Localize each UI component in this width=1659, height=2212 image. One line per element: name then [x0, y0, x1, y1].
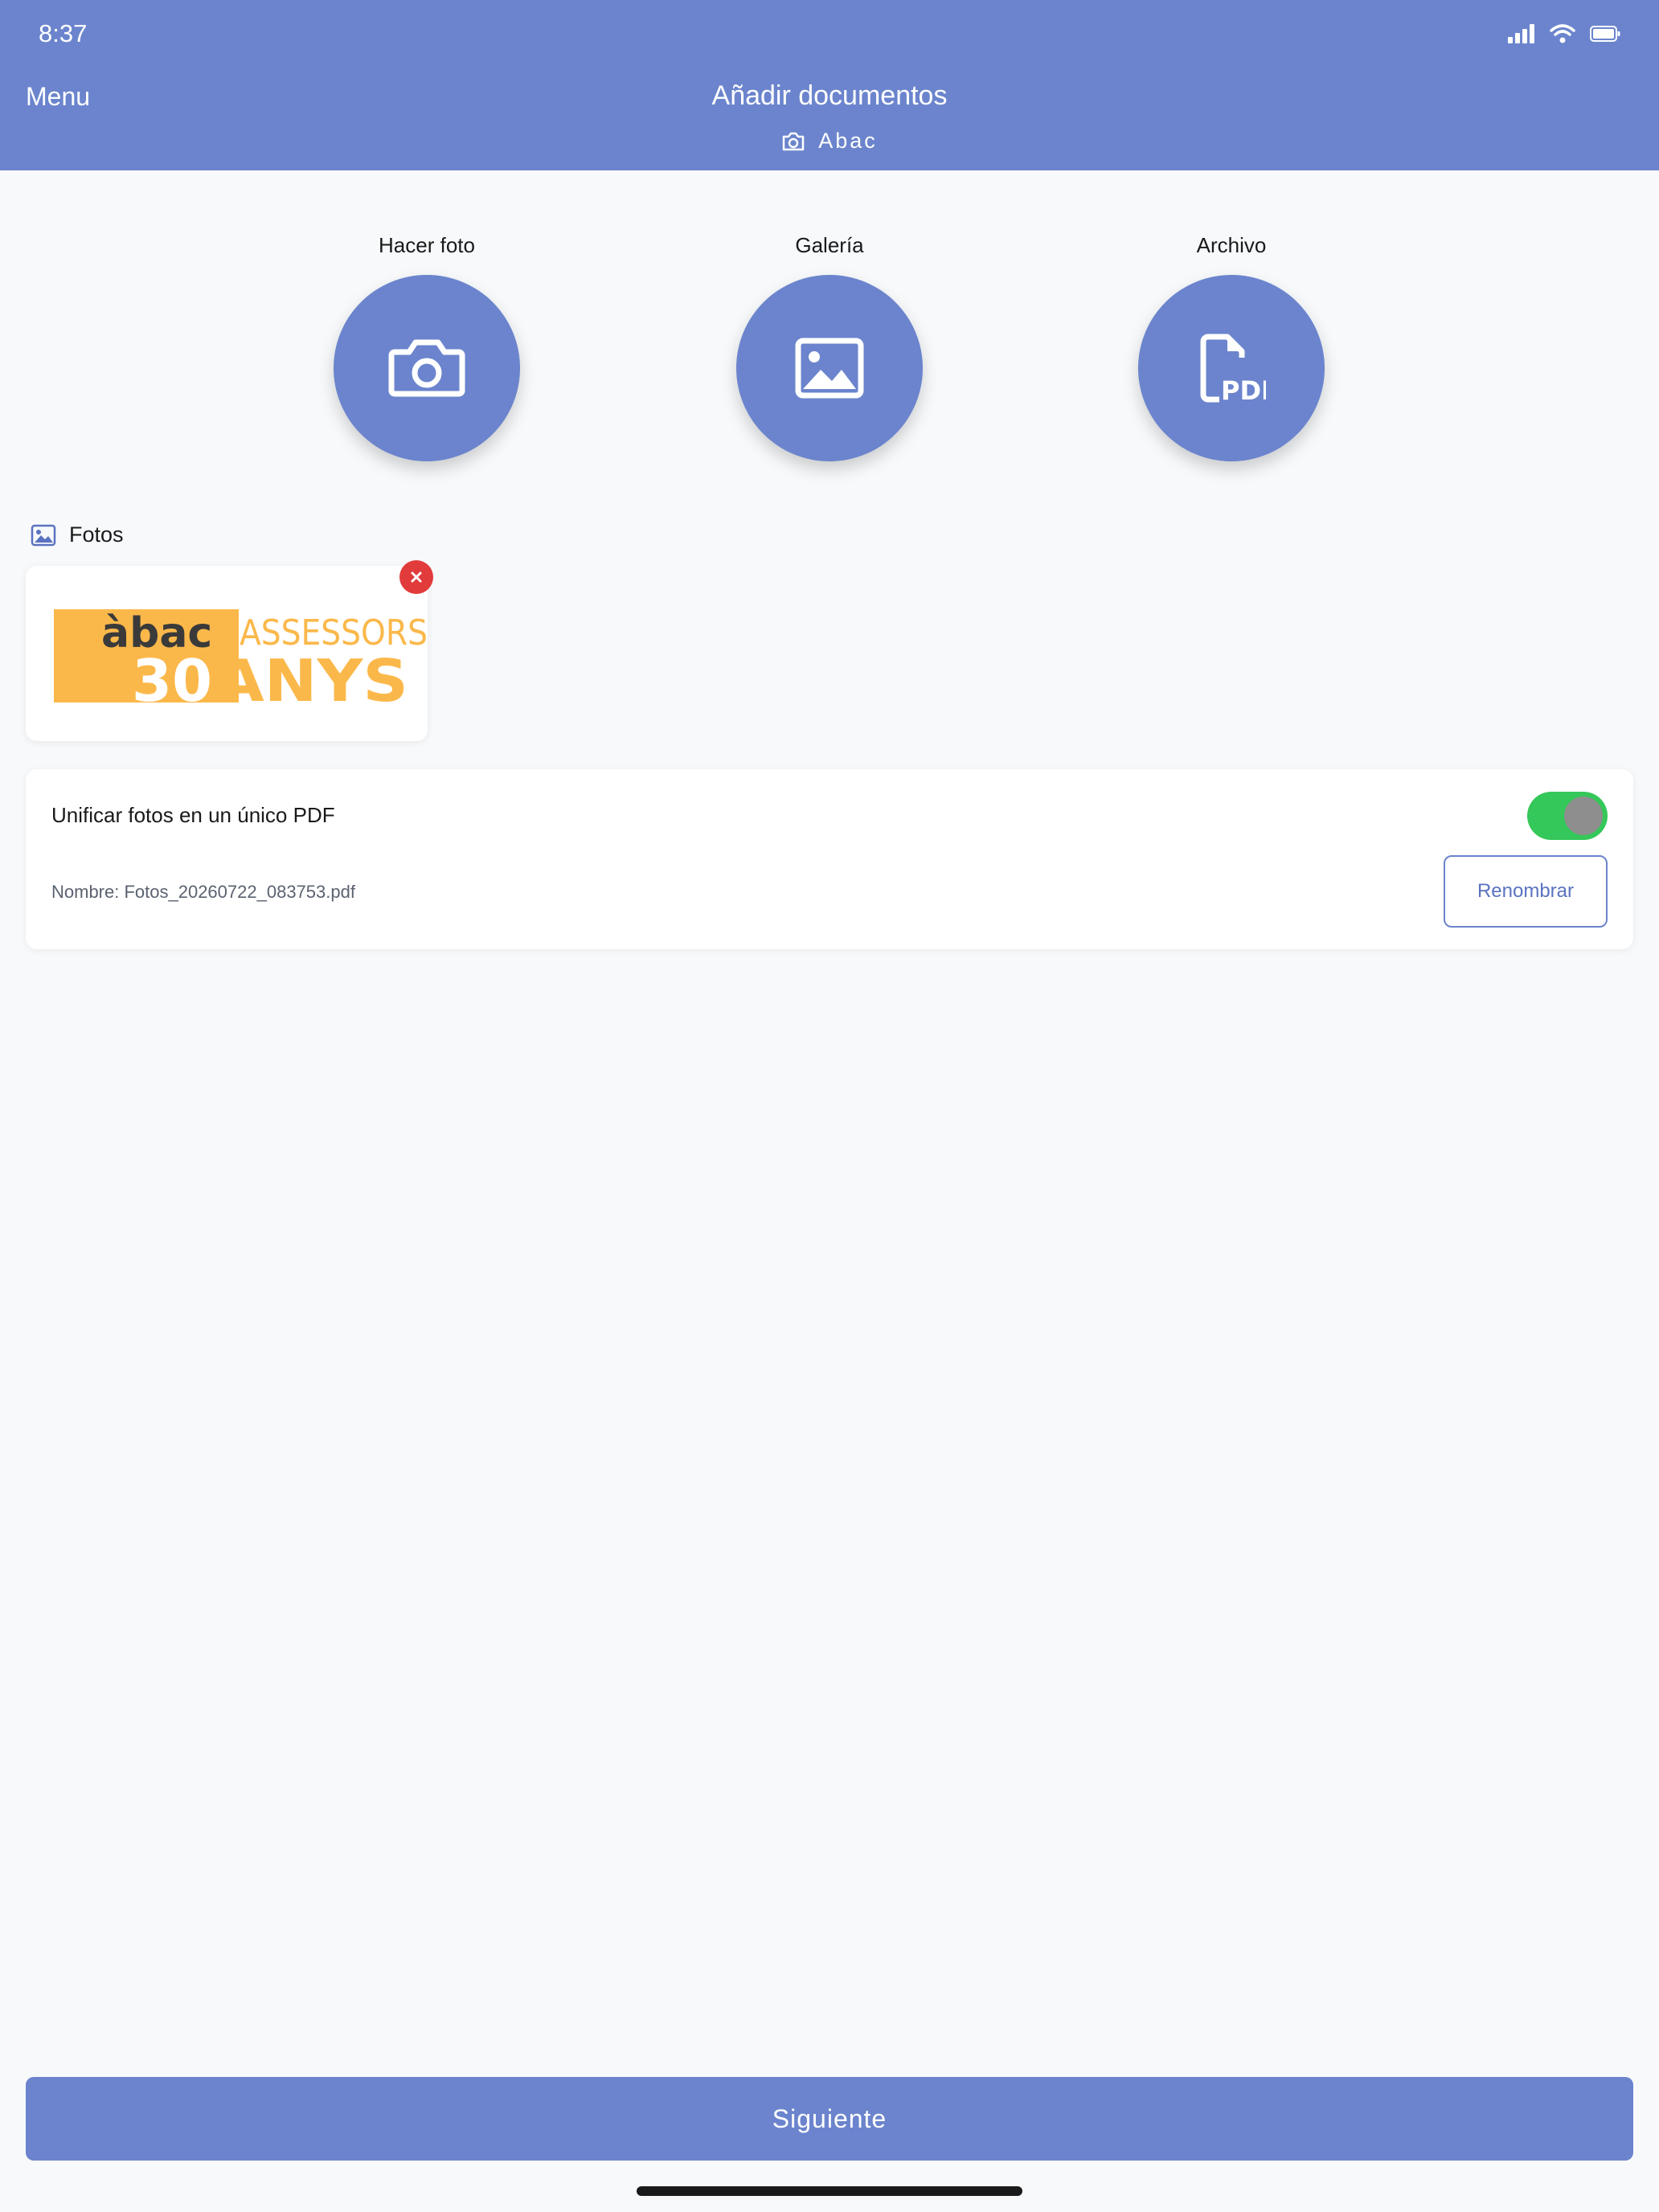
image-icon	[795, 338, 864, 399]
unify-pdf-toggle[interactable]	[1527, 792, 1608, 840]
camera-icon	[388, 339, 465, 397]
photos-section-header: Fotos	[31, 522, 124, 547]
pdf-filename: Nombre: Fotos_20260722_083753.pdf	[51, 882, 355, 902]
svg-text:30: 30	[132, 647, 212, 715]
pdf-file-icon: PDF	[1200, 334, 1266, 404]
header-subtitle: Abac	[0, 129, 1659, 154]
gallery-action: Galería	[736, 233, 923, 461]
take-photo-label: Hacer foto	[379, 233, 475, 257]
signal-icon	[1508, 24, 1534, 43]
photos-section-title: Fotos	[69, 522, 124, 547]
home-indicator[interactable]	[637, 2186, 1022, 2196]
gallery-button[interactable]	[736, 275, 923, 461]
file-label: Archivo	[1196, 233, 1267, 257]
next-button[interactable]: Siguiente	[26, 2077, 1633, 2161]
remove-photo-button[interactable]	[399, 560, 433, 594]
wifi-icon	[1550, 24, 1575, 43]
file-action: Archivo PDF	[1138, 233, 1325, 461]
file-button[interactable]: PDF	[1138, 275, 1325, 461]
camera-icon	[782, 132, 805, 150]
image-icon	[31, 524, 56, 546]
subtitle-label: Abac	[818, 129, 878, 153]
toggle-knob	[1564, 797, 1603, 835]
page-title: Añadir documentos	[711, 80, 948, 111]
take-photo-button[interactable]	[334, 275, 520, 461]
photo-thumbnail[interactable]: àbac ASSESSORS 30 ANYS	[26, 566, 428, 741]
battery-icon	[1590, 26, 1620, 42]
pdf-options-card: Unificar fotos en un único PDF Nombre: F…	[26, 769, 1633, 949]
abac-logo: àbac ASSESSORS 30 ANYS	[54, 609, 428, 715]
take-photo-action: Hacer foto	[334, 233, 520, 461]
rename-button[interactable]: Renombrar	[1444, 855, 1608, 928]
unify-pdf-label: Unificar fotos en un único PDF	[51, 803, 335, 827]
svg-text:ANYS: ANYS	[215, 647, 408, 715]
close-icon	[411, 571, 422, 583]
svg-text:PDF: PDF	[1221, 375, 1266, 404]
status-icons	[1508, 24, 1620, 43]
gallery-label: Galería	[795, 233, 864, 257]
app-header: 8:37 Menu Añadir documentos Abac	[0, 0, 1659, 170]
status-time: 8:37	[39, 19, 88, 47]
